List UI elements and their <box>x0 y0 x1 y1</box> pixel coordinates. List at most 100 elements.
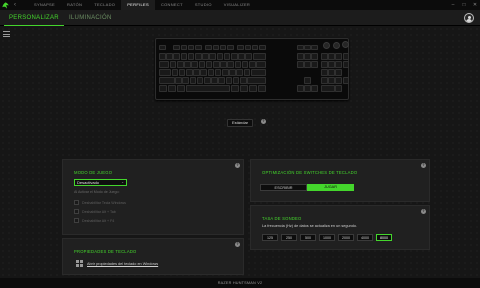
help-icon[interactable]: ? <box>235 163 240 168</box>
key <box>195 45 202 51</box>
key <box>205 61 213 69</box>
rate-8000[interactable]: 8000 <box>376 234 392 241</box>
tab-studio[interactable]: STUDIO <box>189 0 218 10</box>
key <box>251 45 259 51</box>
key <box>342 77 350 85</box>
polling-rate-description: La frecuencia (Hz) de datos se actualiza… <box>262 224 357 228</box>
key <box>182 77 189 85</box>
polling-rate-title: TASA DE SONDEO <box>262 216 302 221</box>
help-icon[interactable]: ? <box>261 119 266 124</box>
key <box>328 77 335 85</box>
rate-500[interactable]: 500 <box>300 234 316 241</box>
keyboard-properties-panel: PROPIEDADES DE TECLADO ? Abrir propiedad… <box>62 238 244 275</box>
help-icon[interactable]: ? <box>235 242 240 247</box>
key <box>328 69 335 77</box>
close-icon[interactable]: ✕ <box>472 2 478 8</box>
key <box>204 77 211 85</box>
key <box>304 61 311 69</box>
key <box>249 61 256 69</box>
tab-synapse[interactable]: SYNAPSE <box>28 0 61 10</box>
tab-teclado[interactable]: TECLADO <box>88 0 121 10</box>
key <box>177 85 186 93</box>
rate-1000[interactable]: 1000 <box>319 234 335 241</box>
switch-optimization-title: OPTIMIZACIÓN DE SWITCHES DE TECLADO <box>262 170 358 175</box>
profile-selector[interactable]: Estándar <box>227 119 254 127</box>
key <box>159 77 175 85</box>
key <box>186 85 231 93</box>
option-disable-alt-tab[interactable]: Deshabilitar Alt + Tab <box>74 209 116 214</box>
key <box>191 61 198 69</box>
key <box>173 45 180 51</box>
game-mode-title: MODO DE JUEGO <box>74 170 113 175</box>
key <box>227 45 234 51</box>
tab-visualizer[interactable]: VISUALIZER <box>218 0 256 10</box>
key <box>321 77 328 85</box>
key <box>200 69 207 77</box>
tab-iluminacion[interactable]: ILUMINACIÓN <box>64 10 117 26</box>
key <box>223 53 231 61</box>
option-disable-alt-f4[interactable]: Deshabilitar Alt + F4 <box>74 218 114 223</box>
key <box>159 53 166 61</box>
checkbox[interactable] <box>74 218 79 223</box>
checkbox[interactable] <box>74 209 79 214</box>
window-controls: – □ ✕ <box>450 0 478 10</box>
help-icon[interactable]: ? <box>421 163 426 168</box>
key <box>232 77 240 85</box>
user-avatar-icon[interactable] <box>464 13 474 23</box>
key <box>159 69 171 77</box>
title-bar: ‹ SYNAPSE RATÓN TECLADO PERFILES CONNECT STUD… <box>0 0 480 10</box>
key <box>222 69 229 77</box>
tab-connect[interactable]: CONNECT <box>155 0 189 10</box>
key <box>304 77 311 85</box>
key <box>311 61 318 69</box>
key <box>175 77 182 85</box>
minimize-icon[interactable]: – <box>450 2 456 8</box>
option-disable-windows-key[interactable]: Deshabilitar Tecla Windows <box>74 200 126 205</box>
rate-4000[interactable]: 4000 <box>357 234 373 241</box>
key <box>180 45 188 51</box>
switch-mode-toggle: ESCRIBIR JUGAR <box>260 184 354 191</box>
checkbox[interactable] <box>74 200 79 205</box>
keyboard-image[interactable] <box>155 38 350 100</box>
key <box>259 45 266 51</box>
key <box>202 53 209 61</box>
game-mode-panel: MODO DE JUEGO ? Desactivado ⌄ Al Activar… <box>62 159 244 235</box>
key <box>196 77 204 85</box>
key <box>241 61 249 69</box>
key <box>311 45 318 51</box>
option-escribir[interactable]: ESCRIBIR <box>260 184 307 191</box>
rate-2000[interactable]: 2000 <box>338 234 354 241</box>
key <box>211 77 218 85</box>
key <box>218 77 225 85</box>
help-icon[interactable]: ? <box>421 209 426 214</box>
key <box>212 45 220 51</box>
tab-ratn[interactable]: RATÓN <box>61 0 88 10</box>
key <box>249 85 258 93</box>
key <box>321 85 335 93</box>
maximize-icon[interactable]: □ <box>461 2 467 8</box>
link-text[interactable]: Abrir propiedades del teclado en Windows <box>87 262 158 266</box>
windows-properties-link[interactable]: Abrir propiedades del teclado en Windows <box>76 260 158 267</box>
key <box>304 45 311 51</box>
key <box>186 69 193 77</box>
rate-250[interactable]: 250 <box>281 234 297 241</box>
key <box>214 69 222 77</box>
key <box>335 69 342 77</box>
game-mode-dropdown[interactable]: Desactivado ⌄ <box>74 179 127 186</box>
key <box>335 53 342 61</box>
rate-125[interactable]: 125 <box>262 234 278 241</box>
chevron-down-icon: ⌄ <box>121 180 124 184</box>
key <box>243 69 251 77</box>
menu-icon[interactable] <box>3 31 10 37</box>
key <box>304 85 311 93</box>
key <box>252 53 267 61</box>
key <box>234 61 242 69</box>
keyboard-properties-title: PROPIEDADES DE TECLADO <box>74 249 137 254</box>
tab-personalizar[interactable]: PERSONALIZAR <box>4 10 64 26</box>
tab-perfiles[interactable]: PERFILES <box>121 0 155 10</box>
main-tabs: SYNAPSE RATÓN TECLADO PERFILES CONNECT STUDIO… <box>28 0 256 10</box>
main-content: Estándar ? MODO DE JUEGO ? Desactivado ⌄… <box>0 26 480 278</box>
back-arrow-icon[interactable]: ‹ <box>10 0 20 10</box>
key <box>168 85 177 93</box>
option-jugar[interactable]: JUGAR <box>307 184 354 191</box>
